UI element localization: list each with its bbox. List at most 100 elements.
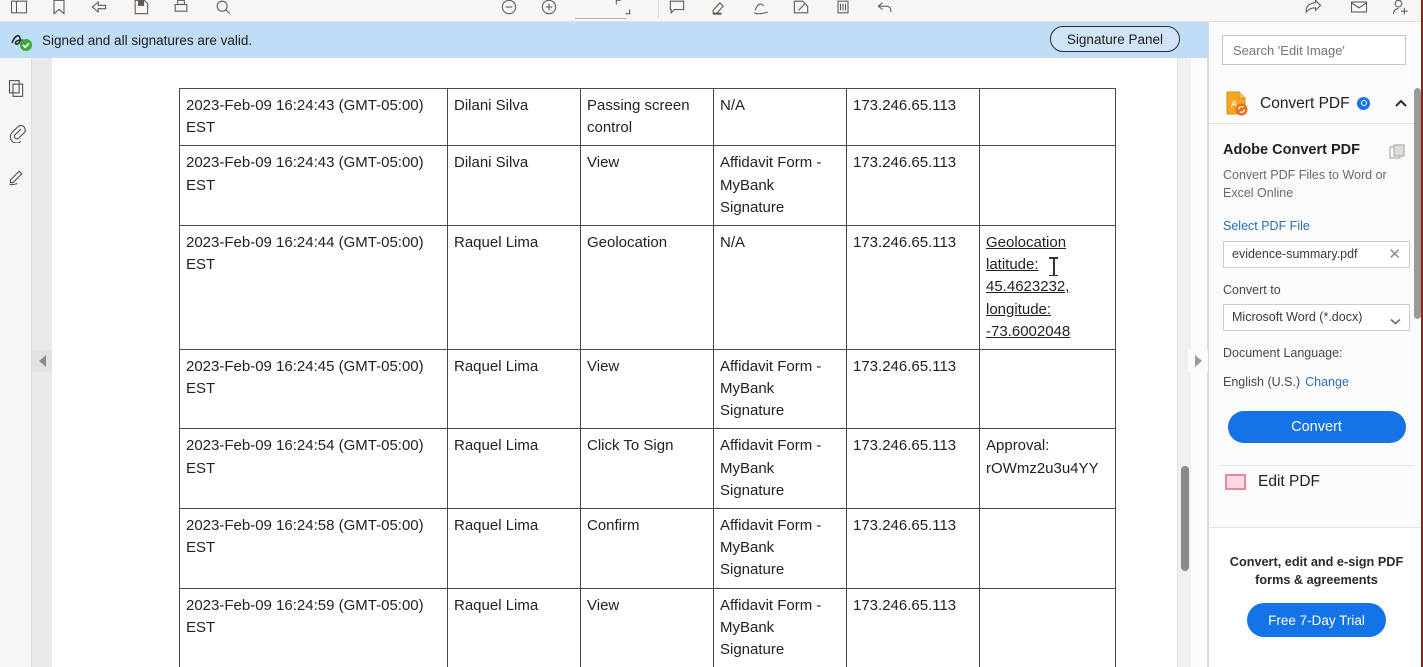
change-language-link[interactable]: Change (1305, 375, 1349, 389)
table-cell-details (979, 87, 1116, 147)
convert-pdf-body: Adobe Convert PDF Convert PDF Files to W… (1209, 124, 1423, 498)
sign-icon[interactable] (788, 0, 814, 20)
table-cell-ip: 173.246.65.113 (846, 508, 980, 589)
collapse-right-pane-handle[interactable] (1188, 350, 1208, 372)
table-cell-document: N/A (713, 87, 847, 147)
zoom-in-icon[interactable] (536, 0, 562, 20)
envelope-icon[interactable] (1346, 0, 1372, 20)
edit-pdf-icon (1225, 473, 1246, 490)
signatures-icon[interactable] (0, 154, 32, 198)
undo-icon[interactable] (872, 0, 898, 20)
highlight-icon[interactable] (706, 0, 732, 20)
table-cell-timestamp: 2023-Feb-09 16:24:54 (GMT-05:00) EST (179, 428, 448, 509)
stamp-icon[interactable] (830, 0, 856, 20)
acrobat-window: Signed and all signatures are valid. Sig… (0, 0, 1423, 667)
page-thumbnails-icon[interactable] (0, 66, 32, 110)
table-cell-activity: Passing screen control (580, 87, 714, 147)
edit-pdf-section-header[interactable]: Edit PDF (1209, 466, 1423, 498)
promo-text: Convert, edit and e-sign PDF forms & agr… (1229, 555, 1404, 588)
table-cell-activity: View (580, 587, 714, 667)
convert-button[interactable]: Convert (1227, 410, 1406, 443)
fit-page-icon[interactable] (610, 0, 636, 20)
document-scrollbar-thumb[interactable] (1181, 466, 1189, 571)
selected-file-field[interactable]: evidence-summary.pdf ✕ (1223, 240, 1410, 268)
pdf-page: 2023-Feb-09 16:24:43 (GMT-05:00) EST Dila… (52, 58, 1177, 667)
table-cell-timestamp: 2023-Feb-09 16:24:44 (GMT-05:00) EST (179, 224, 448, 350)
table-row: 2023-Feb-09 16:24:59 (GMT-05:00) EST Raqu… (179, 587, 1116, 667)
table-cell-timestamp: 2023-Feb-09 16:24:45 (GMT-05:00) EST (179, 348, 448, 430)
zoom-out-icon[interactable] (496, 0, 522, 20)
table-cell-document: Affidavit Form - MyBank Signature (713, 508, 847, 589)
share-icon[interactable] (1300, 0, 1326, 20)
convert-pdf-icon: A (1225, 91, 1248, 117)
convert-pdf-section-header[interactable]: A Convert PDF (1209, 84, 1423, 124)
promo-banner: Convert, edit and e-sign PDF forms & agr… (1209, 527, 1423, 667)
table-cell-activity: Geolocation (580, 224, 714, 350)
top-toolbar (0, 0, 1423, 22)
comment-icon[interactable] (664, 0, 690, 20)
table-cell-user: Dilani Silva (447, 87, 581, 147)
geolocation-link[interactable]: Geolocation latitude: 45.4623232, longit… (986, 234, 1070, 340)
table-cell-user: Raquel Lima (447, 348, 581, 430)
table-cell-ip: 173.246.65.113 (846, 348, 980, 430)
convert-to-label: Convert to (1223, 282, 1281, 297)
table-row: 2023-Feb-09 16:24:44 (GMT-05:00) EST Raqu… (179, 224, 1116, 350)
chevron-up-icon[interactable] (1394, 97, 1408, 111)
table-cell-details (979, 587, 1116, 667)
table-cell-ip: 173.246.65.113 (846, 145, 980, 226)
print-icon[interactable] (168, 0, 194, 20)
table-cell-ip: 173.246.65.113 (846, 87, 980, 147)
copy-icon[interactable] (1389, 144, 1406, 159)
table-cell-user: Raquel Lima (447, 428, 581, 509)
table-cell-details (979, 145, 1116, 226)
table-cell-details: Geolocation latitude: 45.4623232, longit… (979, 224, 1116, 350)
table-cell-activity: View (580, 348, 714, 430)
table-cell-user: Raquel Lima (447, 587, 581, 667)
audit-trail-table: 2023-Feb-09 16:24:43 (GMT-05:00) EST Dila… (179, 87, 1116, 667)
table-row: 2023-Feb-09 16:24:43 (GMT-05:00) EST Dila… (179, 87, 1116, 147)
table-cell-timestamp: 2023-Feb-09 16:24:58 (GMT-05:00) EST (179, 508, 448, 589)
close-icon[interactable]: ✕ (1388, 247, 1401, 262)
table-cell-details (979, 348, 1116, 430)
free-trial-button[interactable]: Free 7-Day Trial (1247, 603, 1386, 638)
document-language-label: Document Language: (1223, 345, 1343, 360)
convert-pdf-section-title: Convert PDF (1260, 94, 1350, 112)
table-row: 2023-Feb-09 16:24:54 (GMT-05:00) EST Raqu… (179, 428, 1116, 509)
sidebar-toggle-icon[interactable] (6, 0, 32, 20)
table-cell-timestamp: 2023-Feb-09 16:24:43 (GMT-05:00) EST (179, 145, 448, 226)
table-row: 2023-Feb-09 16:24:45 (GMT-05:00) EST Raqu… (179, 348, 1116, 430)
document-viewport[interactable]: 2023-Feb-09 16:24:43 (GMT-05:00) EST Dila… (32, 58, 1177, 667)
draw-icon[interactable] (748, 0, 774, 20)
document-language-line: English (U.S.) Change (1223, 375, 1423, 389)
convert-format-select[interactable]: Microsoft Word (*.docx) (1223, 303, 1410, 331)
table-cell-document: Affidavit Form - MyBank Signature (713, 587, 847, 667)
table-cell-document: Affidavit Form - MyBank Signature (713, 348, 847, 430)
signature-panel-button[interactable]: Signature Panel (1049, 26, 1180, 52)
attachments-icon[interactable] (0, 110, 32, 154)
signature-status-text: Signed and all signatures are valid. (42, 32, 253, 48)
tools-panel: A Convert PDF Adobe Convert PDF Convert … (1208, 22, 1423, 667)
table-cell-activity: View (580, 145, 714, 226)
save-icon[interactable] (128, 0, 154, 20)
table-cell-timestamp: 2023-Feb-09 16:24:59 (GMT-05:00) EST (179, 587, 448, 667)
select-pdf-file-link[interactable]: Select PDF File (1223, 219, 1423, 233)
previous-page-icon[interactable] (86, 0, 112, 20)
table-cell-timestamp: 2023-Feb-09 16:24:43 (GMT-05:00) EST (179, 87, 448, 147)
bookmark-icon[interactable] (46, 0, 72, 20)
left-rail (0, 58, 32, 667)
table-cell-ip: 173.246.65.113 (846, 587, 980, 667)
table-cell-details (979, 508, 1116, 589)
table-cell-activity: Confirm (580, 508, 714, 589)
convert-format-value: Microsoft Word (*.docx) (1232, 310, 1363, 324)
search-input[interactable] (1222, 35, 1406, 65)
table-cell-document: Affidavit Form - MyBank Signature (713, 428, 847, 509)
document-language-value: English (U.S.) (1223, 374, 1301, 389)
table-cell-user: Raquel Lima (447, 508, 581, 589)
tools-panel-scrollbar-thumb[interactable] (1414, 88, 1421, 319)
table-cell-ip: 173.246.65.113 (846, 428, 980, 509)
collapse-left-pane-handle[interactable] (32, 350, 52, 372)
add-person-icon[interactable] (1388, 0, 1414, 20)
text-cursor (1049, 257, 1058, 276)
search-icon[interactable] (210, 0, 236, 20)
signature-valid-icon (8, 27, 34, 53)
